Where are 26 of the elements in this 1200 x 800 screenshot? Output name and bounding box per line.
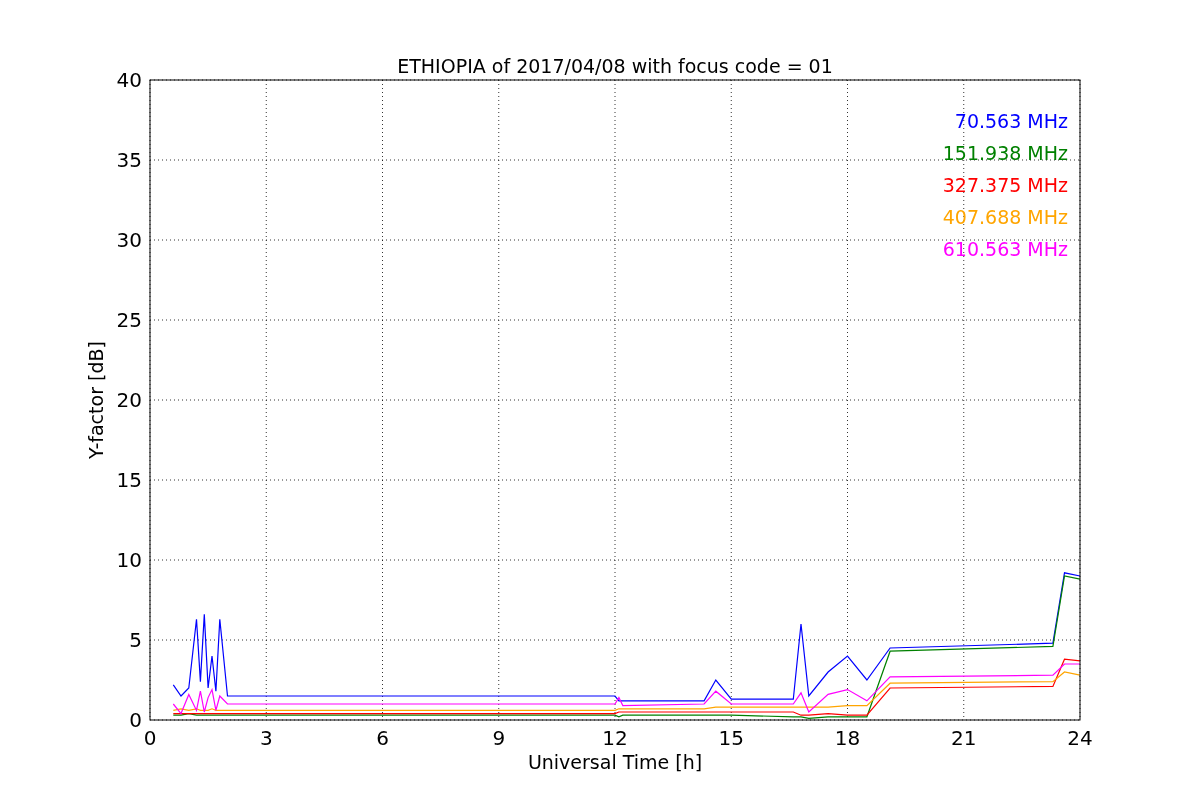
y-tick-label: 35 <box>116 148 142 172</box>
y-tick-label: 5 <box>129 628 142 652</box>
x-tick-label: 12 <box>602 726 628 750</box>
legend-label: 610.563 MHz <box>942 238 1068 260</box>
legend-label: 151.938 MHz <box>942 142 1068 164</box>
legend-label: 327.375 MHz <box>942 174 1068 196</box>
y-tick-label: 30 <box>116 228 142 252</box>
y-tick-label: 25 <box>116 308 142 332</box>
y-axis-label: Y-factor [dB] <box>85 341 107 459</box>
x-tick-label: 15 <box>718 726 744 750</box>
x-tick-label: 9 <box>492 726 506 750</box>
y-tick-label: 20 <box>116 388 142 412</box>
x-axis-label: Universal Time [h] <box>527 751 703 773</box>
legend-label: 407.688 MHz <box>942 206 1068 228</box>
legend-label: 70.563 MHz <box>954 110 1068 132</box>
y-tick-label: 15 <box>116 468 142 492</box>
chart-title: ETHIOPIA of 2017/04/08 with focus code = 01 <box>397 55 833 77</box>
x-tick-label: 6 <box>376 726 389 750</box>
x-tick-label: 3 <box>259 726 273 750</box>
x-tick-label: 21 <box>951 726 977 750</box>
y-tick-label: 40 <box>116 68 142 92</box>
x-tick-label: 0 <box>143 726 157 750</box>
x-tick-label: 24 <box>1067 726 1093 750</box>
y-tick-label: 10 <box>116 548 142 572</box>
x-tick-label: 18 <box>834 726 861 750</box>
y-tick-label: 0 <box>129 708 142 732</box>
